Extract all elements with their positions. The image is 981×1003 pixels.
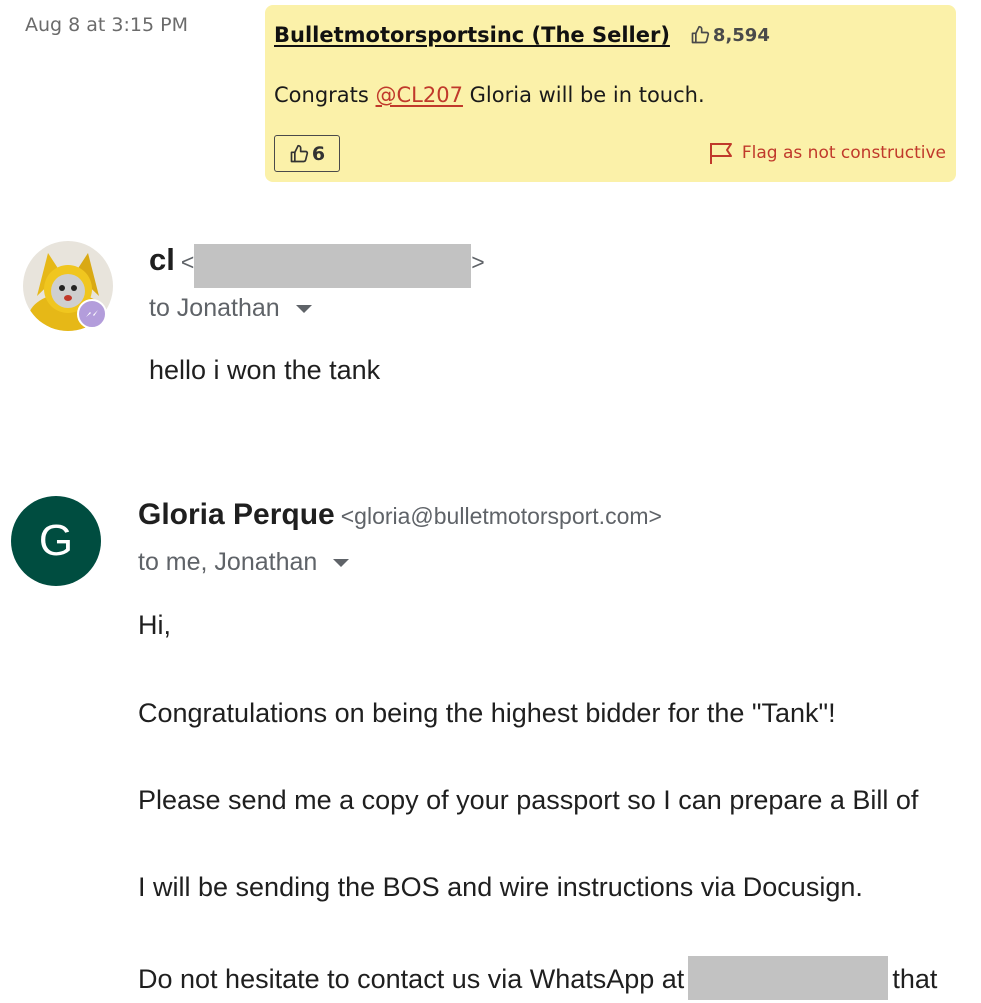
chevron-down-icon (333, 558, 350, 567)
user-mention-link[interactable]: @CL207 (376, 83, 463, 107)
email2-sender-email: <gloria@bulletmotorsport.com> (340, 503, 662, 529)
email1-sender-line: cl < > (149, 242, 485, 288)
email2-sender-name[interactable]: Gloria Perque (138, 498, 335, 532)
messenger-badge-icon (77, 299, 107, 329)
comment-header: Bulletmotorsportsinc (The Seller) 8,594 (274, 23, 770, 47)
email2-recipients: to me, Jonathan (138, 548, 318, 576)
email1-body: hello i won the tank (149, 355, 381, 385)
author-karma: 8,594 (690, 25, 770, 46)
chevron-down-icon (295, 304, 312, 313)
email1-recipients-toggle[interactable]: to Jonathan (149, 294, 312, 323)
karma-count: 8,594 (712, 24, 770, 46)
like-button[interactable]: 6 (274, 135, 340, 172)
email2-sender-line: Gloria Perque <gloria@bulletmotorsport.c… (138, 498, 662, 532)
redacted-phone (688, 956, 889, 1000)
email1-sender-email: < > (180, 242, 485, 288)
comment-body: Congrats @CL207 Gloria will be in touch. (274, 83, 705, 107)
email-bracket-close: > (471, 249, 485, 276)
email2-recipients-toggle[interactable]: to me, Jonathan (138, 548, 350, 577)
email2-greeting: Hi, (138, 610, 171, 640)
whatsapp-tail: that (892, 964, 938, 995)
email-bracket-open: < (180, 249, 195, 276)
email2-line-whatsapp: Do not hesitate to contact us via WhatsA… (138, 956, 938, 1003)
comment-text-after: Gloria will be in touch. (462, 83, 705, 107)
email1-recipients: to Jonathan (149, 294, 280, 322)
redacted-email (194, 244, 472, 288)
seller-comment-card: Bulletmotorsportsinc (The Seller) 8,594 … (265, 5, 956, 182)
email2-line-docusign: I will be sending the BOS and wire instr… (138, 872, 863, 902)
sender-avatar-letter[interactable]: G (11, 496, 101, 586)
comment-timestamp: Aug 8 at 3:15 PM (25, 14, 188, 36)
email2-line-congrats: Congratulations on being the highest bid… (138, 698, 836, 728)
flag-label: Flag as not constructive (741, 143, 946, 163)
thumbs-up-icon (290, 144, 309, 162)
whatsapp-text: Do not hesitate to contact us via WhatsA… (138, 964, 685, 995)
thumbs-up-icon (691, 25, 710, 44)
email2-line-passport: Please send me a copy of your passport s… (138, 785, 919, 815)
like-count: 6 (311, 142, 326, 165)
comment-text-before: Congrats (274, 83, 376, 107)
flag-icon (709, 143, 732, 164)
flag-not-constructive-link[interactable]: Flag as not constructive (709, 141, 946, 165)
comment-author-link[interactable]: Bulletmotorsportsinc (The Seller) (274, 23, 670, 47)
email1-sender-name[interactable]: cl (149, 242, 175, 278)
